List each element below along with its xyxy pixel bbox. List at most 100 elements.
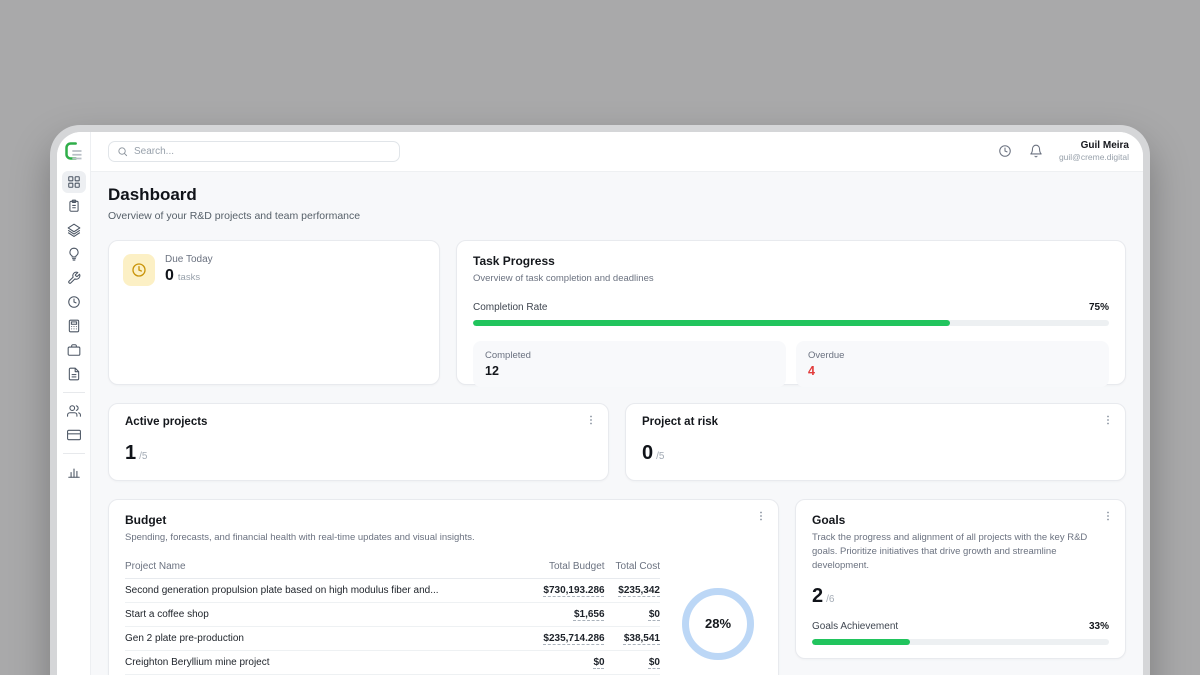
budget-table-row[interactable]: Second generation propulsion plate based… [125, 578, 660, 602]
due-today-label: Due Today [165, 254, 213, 265]
search-icon [117, 146, 128, 157]
user-email: guil@creme.digital [1059, 152, 1129, 163]
completion-progress-track [473, 320, 1109, 326]
project-at-risk-title: Project at risk [642, 416, 1109, 428]
project-name-cell: Start a coffee shop [125, 602, 528, 626]
clock-icon [131, 262, 147, 278]
kebab-menu-icon [1102, 510, 1114, 522]
briefcase-icon [67, 343, 81, 357]
clock-icon [998, 144, 1012, 158]
budget-table-row[interactable]: Gen 2 plate pre-production $235,714.286 … [125, 626, 660, 650]
page-subtitle: Overview of your R&D projects and team p… [108, 210, 1126, 222]
total-budget-cell[interactable]: $235,714.286 [543, 633, 604, 644]
kebab-menu-button[interactable] [1101, 510, 1115, 524]
dashboard-content: Dashboard Overview of your R&D projects … [91, 172, 1143, 675]
cards-row-3: Budget Spending, forecasts, and financia… [108, 499, 1126, 675]
total-cost-cell[interactable]: $235,342 [618, 585, 660, 596]
goals-achievement-pct: 33% [1089, 621, 1109, 632]
sidebar-item-reports[interactable] [62, 461, 86, 483]
budget-title: Budget [125, 513, 762, 527]
due-today-card: Due Today 0 tasks [108, 240, 440, 385]
search-input[interactable] [134, 146, 391, 157]
sidebar-item-tools[interactable] [62, 267, 86, 289]
completion-rate-pct: 75% [1089, 302, 1109, 313]
budget-table-row[interactable]: Creighton Beryllium mine project $0 $0 [125, 650, 660, 674]
active-projects-value: 1 [125, 442, 136, 465]
bell-icon [1029, 144, 1043, 158]
goals-subtitle: Track the progress and alignment of all … [812, 531, 1109, 572]
sidebar-item-calculator[interactable] [62, 315, 86, 337]
sidebar-item-documents[interactable] [62, 363, 86, 385]
main-area: Guil Meira guil@creme.digital Dashboard … [91, 132, 1143, 675]
completion-progress-fill [473, 320, 950, 326]
app-window-inner: V1.0 [57, 132, 1143, 675]
completion-rate-label: Completion Rate [473, 302, 547, 313]
budget-utilization-donut-col: 28% [674, 556, 762, 675]
col-total-cost: Total Cost [605, 556, 660, 579]
overdue-label: Overdue [808, 350, 1097, 361]
project-at-risk-value: 0 [642, 442, 653, 465]
notifications-bell-button[interactable] [1028, 144, 1044, 160]
project-at-risk-total: /5 [656, 451, 664, 462]
task-progress-card: Task Progress Overview of task completio… [456, 240, 1126, 385]
active-projects-total: /5 [139, 451, 147, 462]
total-budget-cell[interactable]: $730,193.286 [543, 585, 604, 596]
sidebar-item-team[interactable] [62, 400, 86, 422]
sidebar-item-portfolio[interactable] [62, 339, 86, 361]
app-window: V1.0 [50, 125, 1150, 675]
sidebar-item-billing[interactable] [62, 424, 86, 446]
search-box[interactable] [108, 141, 400, 162]
history-clock-button[interactable] [997, 144, 1013, 160]
kebab-menu-icon [585, 414, 597, 426]
lightbulb-icon [67, 247, 81, 261]
completed-label: Completed [485, 350, 774, 361]
kebab-menu-button[interactable] [584, 414, 598, 428]
sidebar-item-tasks[interactable] [62, 195, 86, 217]
total-cost-cell[interactable]: $0 [649, 657, 660, 668]
sidebar-divider [63, 453, 85, 454]
goals-title: Goals [812, 513, 1109, 527]
completed-stat-tile: Completed 12 [473, 341, 786, 387]
clipboard-icon [67, 199, 81, 213]
goals-achievement-label: Goals Achievement [812, 621, 898, 632]
task-progress-title: Task Progress [473, 254, 1109, 268]
project-name-cell: Gen 2 plate pre-production [125, 626, 528, 650]
budget-table: Project Name Total Budget Total Cost Sec… [125, 556, 660, 675]
sidebar-item-projects[interactable] [62, 219, 86, 241]
sidebar-item-ideas[interactable] [62, 243, 86, 265]
budget-subtitle: Spending, forecasts, and financial healt… [125, 531, 762, 545]
budget-utilization-pct: 28% [705, 616, 731, 631]
total-budget-cell[interactable]: $0 [593, 657, 604, 668]
project-name-cell: Creighton Beryllium mine project [125, 650, 528, 674]
budget-table-header-row: Project Name Total Budget Total Cost [125, 556, 660, 579]
document-icon [67, 367, 81, 381]
completed-value: 12 [485, 364, 774, 378]
goals-progress-track [812, 639, 1109, 645]
sidebar-item-time-tracking[interactable] [62, 291, 86, 313]
layers-icon [67, 223, 81, 237]
project-at-risk-card: Project at risk 0 /5 [625, 403, 1126, 481]
goals-card: Goals Track the progress and alignment o… [795, 499, 1126, 659]
kebab-menu-button[interactable] [754, 510, 768, 524]
wrench-icon [67, 271, 81, 285]
user-menu[interactable]: Guil Meira guil@creme.digital [1059, 140, 1129, 163]
project-name-cell: Second generation propulsion plate based… [125, 578, 528, 602]
cards-row-2: Active projects 1 /5 Project at risk [108, 403, 1126, 481]
total-budget-cell[interactable]: $1,656 [574, 609, 605, 620]
clock-icon [67, 295, 81, 309]
overdue-value: 4 [808, 364, 1097, 378]
cards-row-1: Due Today 0 tasks Task Progress Overview… [108, 240, 1126, 385]
total-cost-cell[interactable]: $38,541 [624, 633, 660, 644]
due-today-value: 0 [165, 267, 174, 285]
kebab-menu-button[interactable] [1101, 414, 1115, 428]
sidebar: V1.0 [57, 132, 91, 675]
goals-progress-fill [812, 639, 910, 645]
user-name: Guil Meira [1059, 140, 1129, 153]
sidebar-item-dashboard[interactable] [62, 171, 86, 193]
budget-table-row[interactable]: Start a coffee shop $1,656 $0 [125, 602, 660, 626]
bar-chart-icon [67, 465, 81, 479]
task-progress-subtitle: Overview of task completion and deadline… [473, 272, 1109, 286]
topbar: Guil Meira guil@creme.digital [91, 132, 1143, 172]
col-total-budget: Total Budget [528, 556, 604, 579]
total-cost-cell[interactable]: $0 [649, 609, 660, 620]
